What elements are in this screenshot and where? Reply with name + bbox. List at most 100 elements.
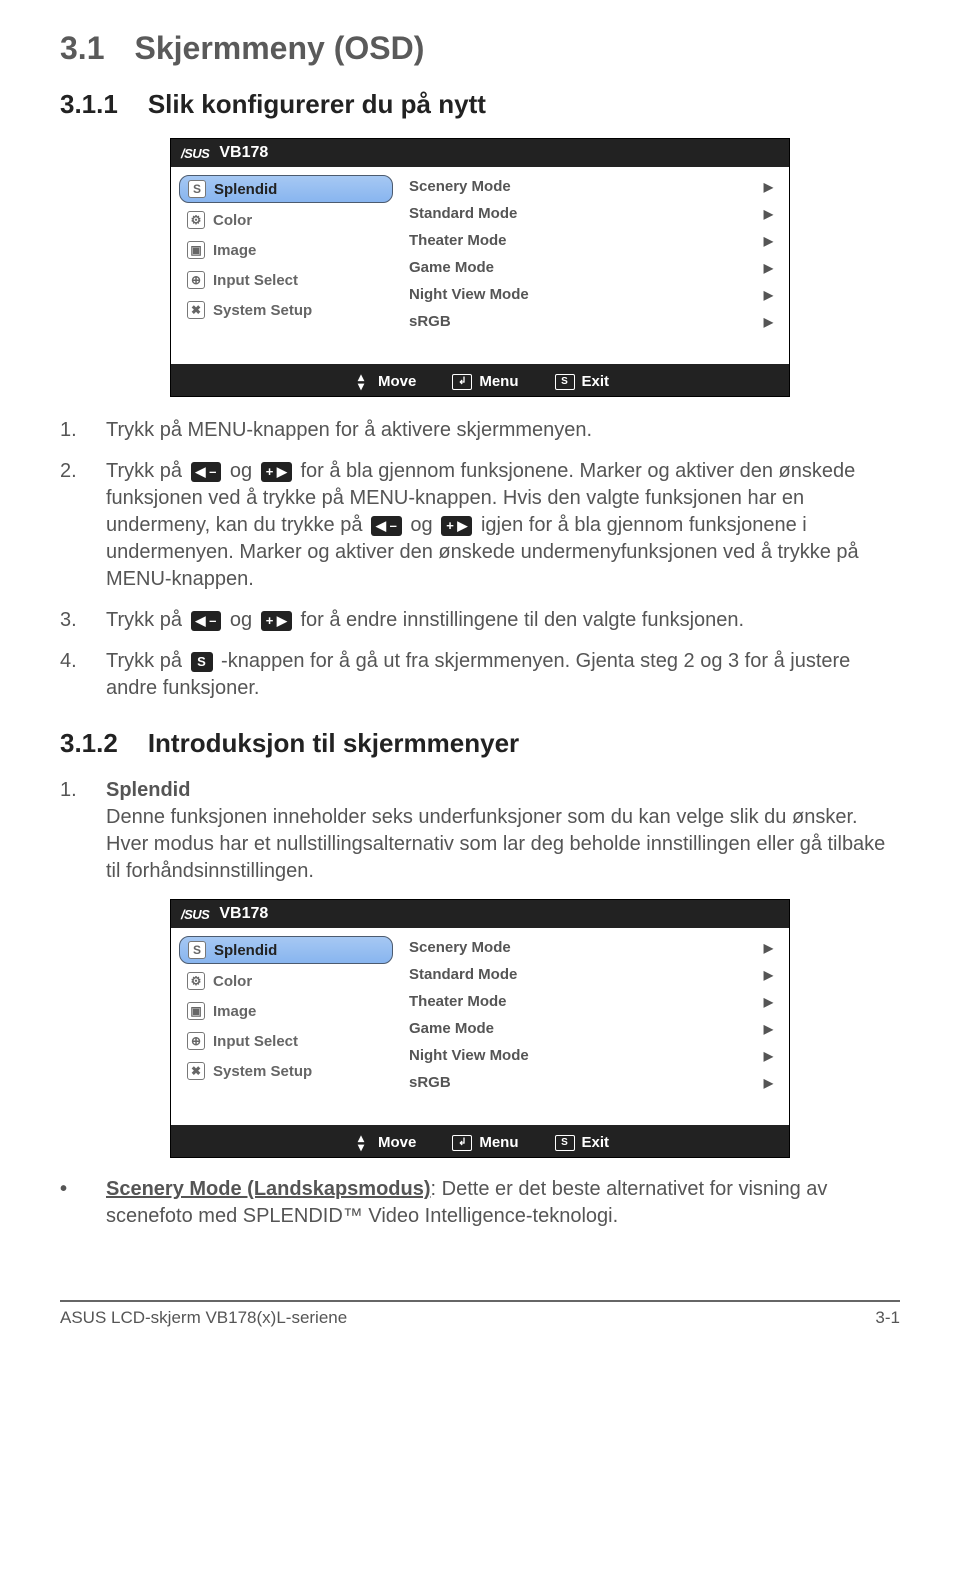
sub-item-scenery[interactable]: Scenery Mode▶: [407, 175, 775, 198]
exit-s-icon: S: [555, 374, 575, 390]
asus-logo: /SUS: [181, 907, 209, 922]
menu-item-splendid[interactable]: S Splendid: [179, 936, 393, 964]
menu-item-input-select[interactable]: ⊕ Input Select: [179, 267, 393, 293]
menu-item-color[interactable]: ⚙ Color: [179, 968, 393, 994]
bullet-scenery-mode: • Scenery Mode (Landskapsmodus): Dette e…: [60, 1176, 900, 1230]
osd-main-menu: S Splendid ⚙ Color ▣ Image ⊕ Input Selec…: [171, 167, 401, 364]
chevron-right-icon: ▶: [764, 995, 773, 1009]
menu-label: Image: [213, 242, 256, 259]
osd-sub-menu: Scenery Mode▶ Standard Mode▶ Theater Mod…: [401, 928, 789, 1125]
chevron-right-icon: ▶: [764, 941, 773, 955]
osd-sub-menu: Scenery Mode▶ Standard Mode▶ Theater Mod…: [401, 167, 789, 364]
menu-item-system-setup[interactable]: ✖ System Setup: [179, 297, 393, 323]
step-number: 4.: [60, 648, 106, 702]
item-title: Splendid: [106, 779, 190, 801]
image-icon: ▣: [187, 1002, 205, 1020]
enter-icon: ↲: [452, 374, 472, 390]
osd-body: S Splendid ⚙ Color ▣ Image ⊕ Input Selec…: [171, 928, 789, 1128]
left-minus-icon: ◀ –: [191, 462, 222, 482]
menu-label: Image: [213, 1003, 256, 1020]
chevron-right-icon: ▶: [764, 1049, 773, 1063]
sub-item-game[interactable]: Game Mode▶: [407, 256, 775, 279]
bullet-marker: •: [60, 1176, 106, 1230]
section-number: 3.1: [60, 30, 104, 66]
step-text: Trykk på MENU-knappen for å aktivere skj…: [106, 417, 900, 444]
step-number: 2.: [60, 458, 106, 593]
sub-item-night-view[interactable]: Night View Mode▶: [407, 1044, 775, 1067]
foot-move: ▴▾Move: [351, 373, 416, 390]
splendid-icon: S: [188, 941, 206, 959]
chevron-right-icon: ▶: [764, 1076, 773, 1090]
step-text: Trykk på ◀ – og + ▶ for å endre innstill…: [106, 607, 900, 634]
menu-item-input-select[interactable]: ⊕ Input Select: [179, 1028, 393, 1054]
menu-label: Color: [213, 212, 252, 229]
osd-titlebar: /SUS VB178: [171, 900, 789, 928]
splendid-icon: S: [188, 180, 206, 198]
step-text: Trykk på S -knappen for å gå ut fra skje…: [106, 648, 900, 702]
system-setup-icon: ✖: [187, 1062, 205, 1080]
step-3: 3. Trykk på ◀ – og + ▶ for å endre innst…: [60, 607, 900, 634]
menu-label: Color: [213, 973, 252, 990]
menu-label: System Setup: [213, 1063, 312, 1080]
sub-label: Theater Mode: [409, 993, 507, 1010]
foot-exit: S Exit: [555, 373, 610, 390]
sub-label: Game Mode: [409, 1020, 494, 1037]
image-icon: ▣: [187, 241, 205, 259]
menu-intro-list: 1. Splendid Denne funksjonen inneholder …: [60, 777, 900, 885]
sub-item-standard[interactable]: Standard Mode▶: [407, 963, 775, 986]
sub-item-standard[interactable]: Standard Mode ▶: [407, 202, 775, 225]
sub-label: Standard Mode: [409, 205, 517, 222]
osd-model: VB178: [219, 144, 268, 162]
sub-item-game[interactable]: Game Mode▶: [407, 1017, 775, 1040]
sub-label: Night View Mode: [409, 286, 529, 303]
foot-move: ▴▾ Move: [351, 1134, 416, 1151]
asus-logo: /SUS: [181, 146, 209, 161]
menu-item-image[interactable]: ▣ Image: [179, 998, 393, 1024]
bullet-title: Scenery Mode (Landskapsmodus): [106, 1178, 431, 1200]
osd-titlebar: /SUS VB178: [171, 139, 789, 167]
step-number: 1.: [60, 417, 106, 444]
step-4: 4. Trykk på S -knappen for å gå ut fra s…: [60, 648, 900, 702]
step-2: 2. Trykk på ◀ – og + ▶ for å bla gjennom…: [60, 458, 900, 593]
mode-bullets: • Scenery Mode (Landskapsmodus): Dette e…: [60, 1176, 900, 1230]
color-icon: ⚙: [187, 211, 205, 229]
sub-item-scenery[interactable]: Scenery Mode▶: [407, 936, 775, 959]
foot-label: Exit: [582, 373, 610, 390]
subsection-title: Slik konfigurerer du på nytt: [148, 89, 486, 119]
sub-item-theater[interactable]: Theater Mode ▶: [407, 990, 775, 1013]
bullet-text: Scenery Mode (Landskapsmodus): Dette er …: [106, 1176, 900, 1230]
subsection-heading-3-1-1: 3.1.1Slik konfigurerer du på nytt: [60, 89, 900, 120]
footer-left: ASUS LCD-skjerm VB178(x)L-seriene: [60, 1308, 347, 1328]
sub-item-night-view[interactable]: Night View Mode ▶: [407, 283, 775, 306]
sub-label: Theater Mode: [409, 232, 507, 249]
osd-panel: /SUS VB178 S Splendid ⚙ Color ▣ Image ⊕ …: [170, 899, 790, 1158]
menu-label: Splendid: [214, 942, 277, 959]
menu-item-system-setup[interactable]: ✖ System Setup: [179, 1058, 393, 1084]
sub-item-theater[interactable]: Theater Mode▶: [407, 229, 775, 252]
chevron-right-icon: ▶: [764, 207, 773, 221]
updown-icon: ▴▾: [351, 1135, 371, 1151]
osd-main-menu: S Splendid ⚙ Color ▣ Image ⊕ Input Selec…: [171, 928, 401, 1125]
step-text: Trykk på ◀ – og + ▶ for å bla gjennom fu…: [106, 458, 900, 593]
foot-label: Exit: [582, 1134, 610, 1151]
menu-label: Input Select: [213, 272, 298, 289]
enter-icon: ↲: [452, 1135, 472, 1151]
s-button-icon: S: [191, 652, 213, 672]
footer-page-number: 3-1: [875, 1308, 900, 1328]
menu-item-image[interactable]: ▣ Image: [179, 237, 393, 263]
item-number: 1.: [60, 777, 106, 885]
foot-label: Move: [378, 1134, 416, 1151]
sub-item-srgb[interactable]: sRGB▶: [407, 310, 775, 333]
item-body: Splendid Denne funksjonen inneholder sek…: [106, 777, 900, 885]
sub-label: Scenery Mode: [409, 178, 511, 195]
menu-item-splendid[interactable]: S Splendid: [179, 175, 393, 203]
osd-model: VB178: [219, 905, 268, 923]
osd-body: S Splendid ⚙ Color ▣ Image ⊕ Input Selec…: [171, 167, 789, 367]
menu-item-color[interactable]: ⚙ Color: [179, 207, 393, 233]
chevron-right-icon: ▶: [764, 288, 773, 302]
chevron-right-icon: ▶: [764, 261, 773, 275]
foot-label: Menu: [479, 373, 518, 390]
osd-footer: ▴▾Move ↲Menu SExit: [171, 1128, 789, 1157]
sub-item-srgb[interactable]: sRGB▶: [407, 1071, 775, 1094]
exit-s-icon: S: [555, 1135, 575, 1151]
